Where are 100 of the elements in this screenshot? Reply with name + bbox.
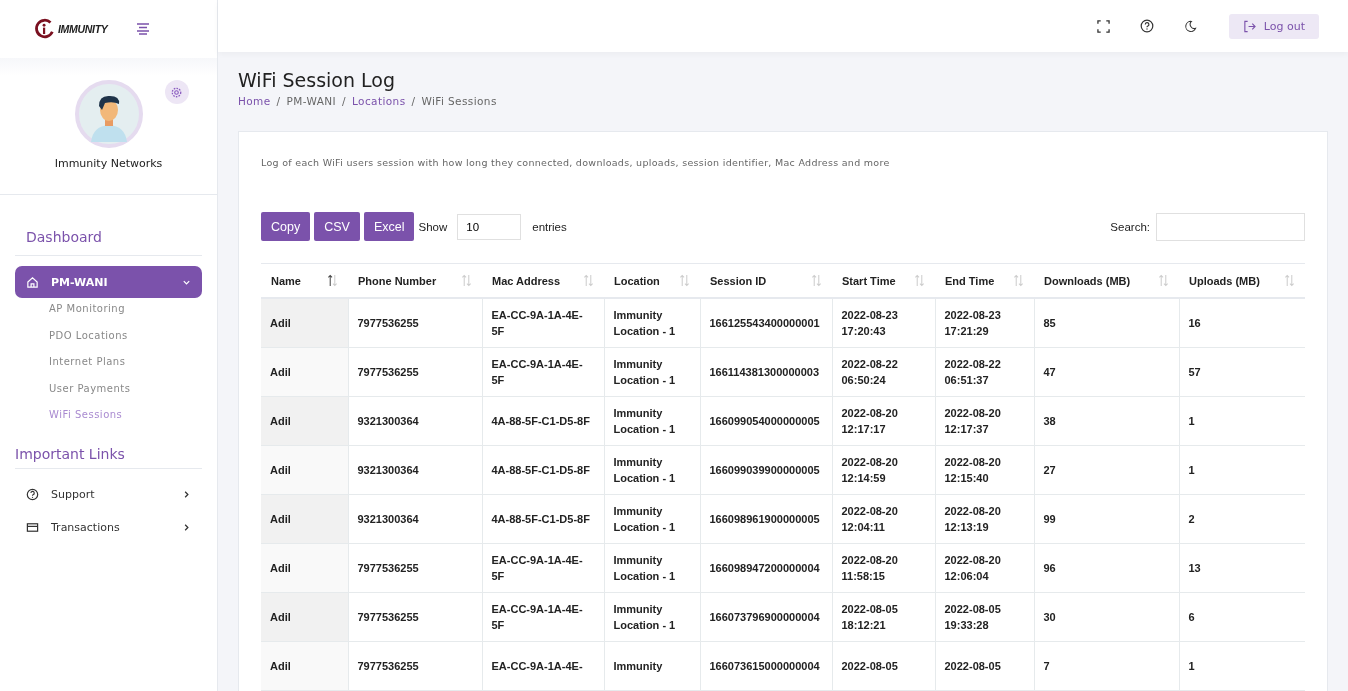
column-header[interactable]: Location: [604, 263, 700, 298]
breadcrumb-link[interactable]: Home: [238, 95, 271, 107]
table-cell: Immunity: [604, 641, 700, 691]
table-cell: Immunity Location - 1: [604, 543, 700, 593]
table-cell: Adil: [261, 592, 348, 642]
table-cell: Immunity Location - 1: [604, 445, 700, 495]
table-cell: 2022-08-20 12:14:59: [832, 445, 935, 495]
table-cell: Adil: [261, 298, 348, 348]
moon-icon[interactable]: [1183, 19, 1197, 33]
table-cell: 9321300364: [348, 445, 482, 495]
table-cell: 2022-08-22 06:51:37: [935, 347, 1034, 397]
nav-label: PM-WANI: [51, 275, 109, 289]
table-cell: 2: [1179, 494, 1305, 544]
nav-item[interactable]: Support: [15, 478, 202, 511]
column-header[interactable]: Mac Address: [482, 263, 604, 298]
table-cell: EA-CC-9A-1A-4E-5F: [482, 347, 604, 397]
table-cell: 166098961900000005: [700, 494, 832, 544]
chevron-icon: [182, 490, 191, 500]
fullscreen-icon[interactable]: [1096, 19, 1110, 33]
table-cell: 2022-08-20 11:58:15: [832, 543, 935, 593]
breadcrumb-link[interactable]: Locations: [352, 95, 406, 107]
logout-button[interactable]: Log out: [1228, 13, 1319, 39]
table-cell: 2022-08-05 19:33:28: [935, 592, 1034, 642]
column-header[interactable]: Session ID: [700, 263, 832, 298]
table-cell: 2022-08-20 12:06:04: [935, 543, 1034, 593]
table-cell: 38: [1034, 396, 1179, 446]
table-cell: Adil: [261, 347, 348, 397]
table-cell: 166099039900000005: [700, 445, 832, 495]
table-cell: Adil: [261, 641, 348, 691]
table-cell: Adil: [261, 445, 348, 495]
help-icon[interactable]: [1139, 19, 1154, 33]
table-cell: 7: [1034, 641, 1179, 691]
breadcrumb-separator: /: [342, 95, 346, 107]
table-cell: Adil: [261, 396, 348, 446]
table-cell: 7977536255: [348, 543, 482, 593]
table-cell: 9321300364: [348, 396, 482, 446]
submenu-item[interactable]: AP Monitoring: [15, 299, 202, 326]
table-cell: Immunity Location - 1: [604, 396, 700, 446]
home-icon: [26, 275, 39, 289]
column-header[interactable]: Start Time: [832, 263, 935, 298]
submenu-item[interactable]: Internet Plans: [15, 352, 202, 379]
table-cell: 13: [1179, 543, 1305, 593]
description: Log of each WiFi users session with how long they connected, downloads, uploads, session identifier, Mac Address and more: [261, 157, 891, 168]
table-cell: 2022-08-22 06:50:24: [832, 347, 935, 397]
table-cell: 4A-88-5F-C1-D5-8F: [482, 494, 604, 544]
column-header[interactable]: Uploads (MB): [1179, 263, 1305, 298]
table-cell: 1: [1179, 445, 1305, 495]
nav-label: Transactions: [51, 521, 121, 535]
table-cell: EA-CC-9A-1A-4E-5F: [482, 543, 604, 593]
table-cell: 7977536255: [348, 347, 482, 397]
table-cell: 4A-88-5F-C1-D5-8F: [482, 445, 604, 495]
export-button[interactable]: Excel: [363, 212, 415, 241]
export-button[interactable]: Copy: [261, 212, 311, 241]
table-cell: 9321300364: [348, 494, 482, 544]
nav-item[interactable]: Transactions: [15, 511, 202, 544]
submenu-item[interactable]: PDO Locations: [15, 325, 202, 353]
table-cell: 166073796900000004: [700, 592, 832, 642]
table-cell: 1: [1179, 641, 1305, 691]
chevron-icon: [182, 523, 191, 533]
table-cell: 57: [1179, 347, 1305, 397]
section-title: Dashboard: [15, 221, 202, 256]
table-cell: Immunity Location - 1: [604, 298, 700, 348]
table-cell: 1: [1179, 396, 1305, 446]
table-cell: 166073615000000004: [700, 641, 832, 691]
table-cell: 2022-08-05: [832, 641, 935, 691]
table-cell: 85: [1034, 298, 1179, 348]
breadcrumb-item: PM-WANI: [286, 95, 337, 107]
table-cell: Immunity Location - 1: [604, 347, 700, 397]
table-cell: 2022-08-23 17:21:29: [935, 298, 1034, 348]
entries-label: entries: [532, 220, 567, 233]
column-header[interactable]: End Time: [935, 263, 1034, 298]
menu-icon[interactable]: [135, 23, 150, 35]
table-cell: 2022-08-05 18:12:21: [832, 592, 935, 642]
avatar: [74, 80, 143, 148]
table-cell: 30: [1034, 592, 1179, 642]
column-header[interactable]: Phone Number: [348, 263, 482, 298]
table-cell: Adil: [261, 543, 348, 593]
logo[interactable]: IMMUNITY: [34, 18, 108, 40]
nav-item[interactable]: PM-WANI: [15, 266, 202, 298]
table-cell: 166098947200000004: [700, 543, 832, 593]
submenu-item[interactable]: User Payments: [15, 378, 202, 406]
table-cell: EA-CC-9A-1A-4E-5F: [482, 592, 604, 642]
search-field[interactable]: [1156, 212, 1305, 241]
table-cell: 2022-08-20 12:15:40: [935, 445, 1034, 495]
logout-icon: [1242, 19, 1256, 33]
breadcrumb-separator: /: [276, 95, 281, 107]
breadcrumb-separator: /: [411, 95, 416, 107]
export-button[interactable]: CSV: [314, 212, 360, 241]
table-cell: 7977536255: [348, 641, 482, 691]
table-cell: 7977536255: [348, 592, 482, 642]
entries-field[interactable]: 10: [457, 213, 522, 240]
column-header[interactable]: Downloads (MB): [1034, 263, 1179, 298]
breadcrumb-item: WiFi Sessions: [421, 95, 497, 107]
gear-icon: [170, 85, 183, 99]
show-label: Show: [418, 220, 448, 233]
settings-button[interactable]: [164, 80, 189, 104]
table-cell: 166099054000000005: [700, 396, 832, 446]
table-cell: 166114381300000003: [700, 347, 832, 397]
table-cell: 4A-88-5F-C1-D5-8F: [482, 396, 604, 446]
table-cell: Immunity Location - 1: [604, 592, 700, 642]
